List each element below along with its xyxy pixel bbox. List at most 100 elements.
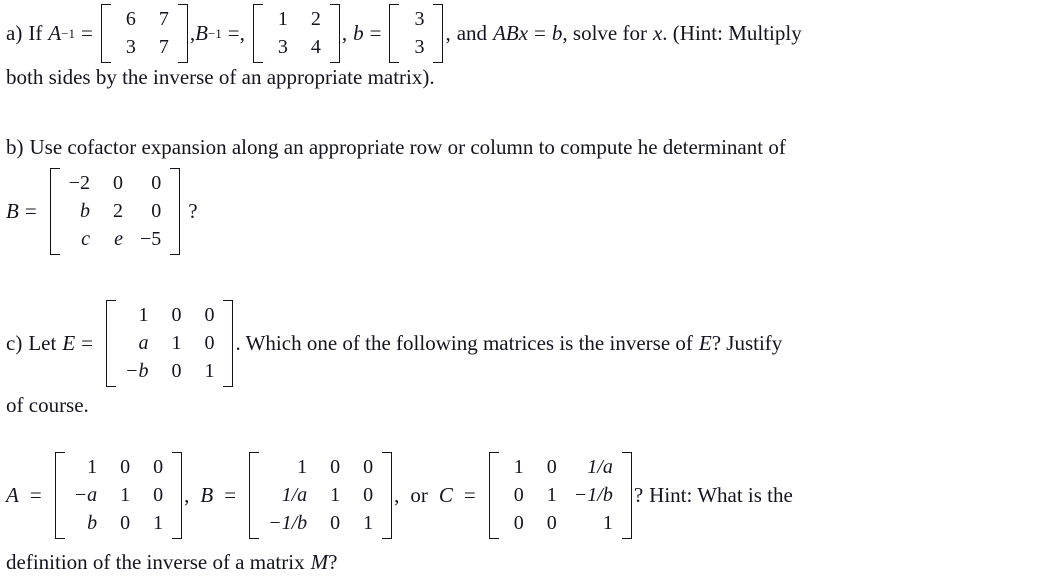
matrix-cell: 1 [171, 332, 182, 354]
problem-c-tail-text: . Which one of the following matrices is… [235, 331, 693, 356]
symbol-E: E [62, 331, 76, 356]
matrix-cell: 1 [297, 456, 308, 478]
matrix-cell: −a [73, 484, 98, 506]
matrix-cell: 1 [120, 484, 131, 506]
matrix-cell: 1 [204, 360, 215, 382]
matrix-cell: −1/b [573, 484, 613, 506]
matrix-cell: 0 [151, 172, 162, 194]
matrix-cell: 0 [513, 512, 524, 534]
problem-a-tail-text: and [456, 21, 488, 46]
matrix-cell: −2 [68, 172, 90, 194]
matrix-cell: 1 [330, 484, 341, 506]
choices-continuation-text: definition of the inverse of a matrix [6, 550, 305, 574]
matrix-A-inverse-grid: 6 7 3 7 [111, 4, 178, 63]
matrix-cell: −1/b [268, 512, 308, 534]
matrix-cell: 1 [87, 456, 98, 478]
bracket-left [105, 300, 116, 387]
matrix-cell: 2 [112, 200, 123, 222]
matrix-cell: 1/a [587, 456, 613, 478]
matrix-cell: 2 [310, 8, 321, 30]
symbol-B: B [6, 199, 19, 224]
problem-b-text-line: b) Use cofactor expansion along an appro… [6, 135, 786, 160]
bracket-left [249, 452, 260, 539]
matrix-cell: 0 [330, 512, 341, 534]
matrix-cell: 0 [204, 332, 215, 354]
matrix-cell: 1 [602, 512, 613, 534]
matrix-cell: 0 [112, 172, 123, 194]
matrix-cell: 0 [513, 484, 524, 506]
symbol-B-choice: B [200, 483, 214, 508]
problem-c-continuation: of course. [6, 393, 89, 417]
matrix-cell: 0 [546, 512, 557, 534]
matrix-cell: 0 [546, 456, 557, 478]
bracket-left [100, 4, 111, 63]
vector-b-grid: 3 3 [399, 4, 433, 63]
problem-b-question-mark: ? [188, 199, 198, 224]
bracket-left [488, 452, 499, 539]
matrix-cell: −b [124, 360, 149, 382]
problem-c-matrix-line: c) Let E = 1 0 0 a 1 0 −b 0 1 . Which on… [6, 300, 782, 387]
symbol-A-inverse: A [48, 21, 62, 46]
matrix-cell: 1 [153, 512, 164, 534]
matrix-cell: 0 [363, 456, 374, 478]
symbol-A-choice: A [6, 483, 19, 508]
matrix-cell: 0 [363, 484, 374, 506]
bracket-right [170, 168, 181, 255]
problem-b-label: b) [6, 135, 24, 159]
matrix-E: 1 0 0 a 1 0 −b 0 1 [105, 300, 234, 387]
matrix-cell: 0 [171, 360, 182, 382]
matrix-B-inverse: 1 2 3 4 [252, 4, 340, 63]
matrix-cell: 0 [171, 304, 182, 326]
problem-c-tail-text-2: ? Justify [711, 331, 783, 356]
comma-separator: , [341, 21, 348, 46]
comma-separator: , [394, 483, 400, 508]
matrix-cell: b [79, 200, 90, 222]
matrix-cell: 3 [125, 36, 136, 58]
equals-sign: = [224, 483, 237, 508]
bracket-right [177, 4, 188, 63]
matrix-cell: 3 [277, 36, 288, 58]
equals-sign: = [24, 199, 37, 224]
bracket-right [329, 4, 340, 63]
problem-b-matrix-line: B = −2 0 0 b 2 0 c e −5 ? [6, 168, 198, 255]
symbol-C-choice: C [438, 483, 453, 508]
matrix-A-inverse: 6 7 3 7 [100, 4, 188, 63]
problem-a: a) If A −1 = 6 7 3 7 , B −1 =, 1 2 3 4 ,… [6, 4, 802, 90]
bracket-right [172, 452, 183, 539]
problem-a-line-1: a) If A −1 = 6 7 3 7 , B −1 =, 1 2 3 4 ,… [6, 4, 802, 63]
equals-sign: = [463, 483, 476, 508]
document-page: a) If A −1 = 6 7 3 7 , B −1 =, 1 2 3 4 ,… [0, 0, 1042, 585]
matrix-cell: 0 [153, 484, 164, 506]
choices-hint-text: Hint: What is the [649, 483, 793, 508]
problem-c-label: c) [6, 331, 23, 356]
choices-question-mark: ? [633, 483, 644, 508]
matrix-cell: 0 [120, 512, 131, 534]
bracket-left [49, 168, 60, 255]
matrix-cell: 0 [151, 200, 162, 222]
matrix-cell: a [138, 332, 149, 354]
bracket-left [54, 452, 65, 539]
matrix-cell: c [81, 228, 90, 250]
matrix-C-choice-grid: 1 0 1/a 0 1 −1/b 0 0 1 [499, 452, 622, 539]
symbol-B-inverse: B [195, 21, 208, 46]
equals-sign-with-comma: =, [227, 21, 245, 46]
problem-a-lead-text: If [28, 21, 43, 46]
matrix-cell: 3 [414, 36, 425, 58]
matrix-cell: 4 [310, 36, 321, 58]
matrix-cell: 1 [277, 8, 288, 30]
symbol-M: M [310, 550, 329, 574]
matrix-cell: 6 [125, 8, 136, 30]
symbol-E-reference: E [698, 331, 712, 356]
expression-b: b [551, 21, 563, 46]
matrix-cell: 1 [138, 304, 149, 326]
matrix-cell: 7 [158, 36, 169, 58]
bracket-left [389, 4, 400, 63]
matrix-cell: 3 [414, 8, 425, 30]
matrix-cell: 0 [153, 456, 164, 478]
matrix-A-choice: 1 0 0 −a 1 0 b 0 1 [54, 452, 183, 539]
symbol-b-vector: b [353, 21, 364, 46]
matrix-E-grid: 1 0 0 a 1 0 −b 0 1 [116, 300, 224, 387]
choices-continuation-end: ? [328, 550, 338, 574]
matrix-cell: 1 [546, 484, 557, 506]
bracket-right [433, 4, 444, 63]
